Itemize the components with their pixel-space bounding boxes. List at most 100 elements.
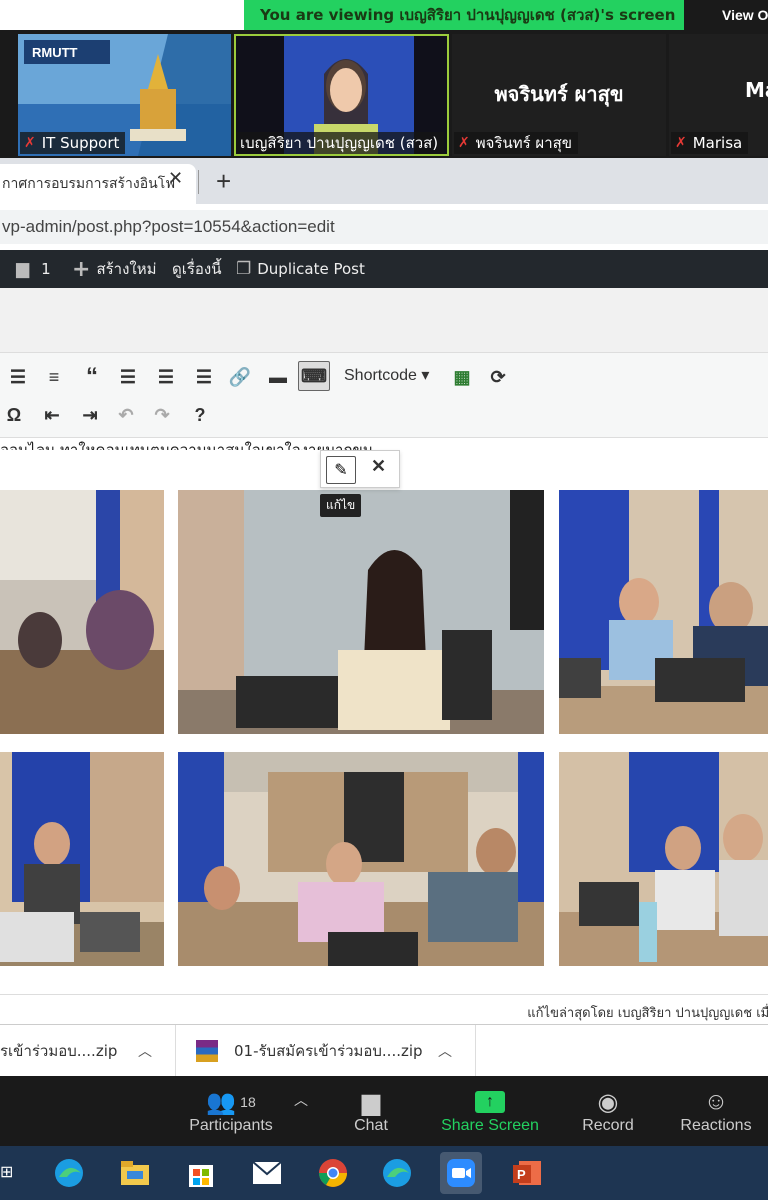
- shortcode-dropdown[interactable]: Shortcode ▾: [344, 365, 429, 385]
- wp-editor-header: [0, 288, 768, 352]
- participant-label: ✗ IT Support: [20, 132, 126, 154]
- bullet-list-icon[interactable]: ☰: [4, 363, 32, 391]
- new-tab-icon[interactable]: +: [216, 166, 231, 197]
- comments-link[interactable]: ▆ 1: [16, 250, 51, 288]
- powerpoint-icon[interactable]: P: [506, 1152, 548, 1194]
- participant-display-name: พจรินทร์ ผาสุข: [494, 82, 624, 106]
- gallery-photo-4[interactable]: [0, 752, 164, 966]
- link-icon[interactable]: 🔗: [226, 363, 254, 391]
- reactions-icon: ☺: [703, 1088, 729, 1115]
- browser-tab-strip: กาศการอบรมการสร้างอินโฟ ✕ +: [0, 158, 768, 204]
- gallery-photo-1[interactable]: [0, 490, 164, 734]
- mic-muted-icon: ✗: [24, 135, 36, 151]
- comments-count: 1: [41, 260, 51, 278]
- plus-icon: +: [72, 256, 91, 282]
- participants-chevron-icon[interactable]: ︿: [294, 1090, 308, 1110]
- new-content-link[interactable]: + สร้างใหม่: [72, 250, 157, 288]
- reactions-label: Reactions: [680, 1117, 752, 1134]
- mail-icon[interactable]: [246, 1152, 288, 1194]
- edit-pencil-icon[interactable]: ✎: [326, 456, 356, 484]
- post-body-text: ออนไลน ทาใหคอนเทนตมความนาสนใจเขาใจงายมาก…: [0, 441, 374, 450]
- participant-display-name: Ma: [745, 78, 768, 102]
- participant-tile-speaker[interactable]: เบญสิริยา ปานปุญญเดช (สวส): [234, 34, 449, 156]
- share-screen-icon: ↑: [475, 1087, 505, 1117]
- comment-icon: ▆: [16, 259, 30, 279]
- toolbar-toggle-icon[interactable]: ⌨: [298, 361, 330, 391]
- align-center-icon[interactable]: ☰: [152, 363, 180, 391]
- participant-tile-3[interactable]: พจรินทร์ ผาสุข ✗ พจรินทร์ ผาสุข: [452, 34, 666, 156]
- refresh-icon[interactable]: ⟳: [484, 363, 512, 391]
- participant-name: เบญสิริยา ปานปุญญเดช (สวส): [240, 134, 439, 152]
- participants-label: Participants: [189, 1117, 273, 1134]
- undo-icon[interactable]: ↶: [112, 401, 140, 429]
- gallery-photo-6[interactable]: [559, 752, 768, 966]
- screen-share-banner: You are viewing เบญสิริยา ปานปุญญเดช (สว…: [244, 0, 684, 30]
- record-button[interactable]: ◉ Record: [576, 1076, 640, 1146]
- tab-close-icon[interactable]: ✕: [168, 168, 183, 189]
- participant-name: Marisa: [692, 134, 743, 152]
- tab-title: กาศการอบรมการสร้างอินโฟ: [2, 176, 176, 192]
- chevron-up-icon[interactable]: ︿: [438, 1041, 452, 1061]
- indent-icon[interactable]: ⇥: [76, 401, 104, 429]
- special-character-icon[interactable]: Ω: [0, 401, 28, 429]
- editor-toolbar: ☰ ≡ “ ☰ ☰ ☰ 🔗 ▬ ⌨ Shortcode ▾ ▦ ⟳ Ω ⇤ ⇥ …: [0, 352, 768, 438]
- participants-count: 18: [240, 1094, 256, 1110]
- download-filename: รเข้าร่วมอบ....zip: [0, 1042, 118, 1060]
- numbered-list-icon[interactable]: ≡: [40, 363, 68, 391]
- gallery-photo-2[interactable]: [178, 490, 544, 734]
- tab-divider: [198, 170, 199, 194]
- image-edit-popup: ✎ ✕: [320, 450, 400, 488]
- zoom-top-bar: You are viewing เบญสิริยา ปานปุญญเดช (สว…: [0, 0, 768, 30]
- chrome-icon[interactable]: [312, 1152, 354, 1194]
- record-icon: ◉: [597, 1088, 619, 1116]
- remove-close-icon[interactable]: ✕: [371, 456, 386, 477]
- duplicate-post-link[interactable]: ❐ Duplicate Post: [236, 250, 365, 288]
- edge-alt-icon[interactable]: [376, 1152, 418, 1194]
- gallery-photo-5[interactable]: [178, 752, 544, 966]
- mic-muted-icon: ✗: [675, 135, 687, 151]
- share-screen-label: Share Screen: [441, 1117, 539, 1134]
- windows-taskbar: ⊞ P: [0, 1146, 768, 1200]
- chat-label: Chat: [354, 1117, 388, 1134]
- participant-label: ✗ พจรินทร์ ผาสุข: [454, 132, 579, 154]
- zoom-app-icon[interactable]: [440, 1152, 482, 1194]
- view-post-link[interactable]: ดูเรื่องนี้: [172, 250, 222, 288]
- participant-tile-4[interactable]: Ma ✗ Marisa: [669, 34, 768, 156]
- edge-icon[interactable]: [48, 1152, 90, 1194]
- editor-content[interactable]: ออนไลน ทาใหคอนเทนตมความนาสนใจเขาใจงายมาก…: [0, 438, 768, 994]
- file-explorer-icon[interactable]: [114, 1152, 156, 1194]
- view-options-button[interactable]: View O: [684, 0, 768, 30]
- participant-label: เบญสิริยา ปานปุญญเดช (สวส): [236, 132, 445, 154]
- align-right-icon[interactable]: ☰: [190, 363, 218, 391]
- download-filename: 01-รับสมัครเข้าร่วมอบ....zip: [234, 1042, 423, 1060]
- participant-name: IT Support: [41, 134, 120, 152]
- redo-icon[interactable]: ↷: [148, 401, 176, 429]
- store-icon[interactable]: [180, 1152, 222, 1194]
- duplicate-label: Duplicate Post: [257, 260, 365, 278]
- share-screen-button[interactable]: ↑ Share Screen: [438, 1076, 542, 1146]
- participants-button[interactable]: 👥 18 Participants: [182, 1076, 280, 1146]
- spreadsheet-icon[interactable]: ▦: [448, 363, 476, 391]
- download-item-1[interactable]: รเข้าร่วมอบ....zip ︿: [0, 1025, 176, 1077]
- gallery-photo-3[interactable]: [559, 490, 768, 734]
- reactions-button[interactable]: ☺ Reactions: [674, 1076, 758, 1146]
- url-field[interactable]: vp-admin/post.php?post=10554&action=edit: [0, 210, 768, 244]
- help-icon[interactable]: ?: [186, 401, 214, 429]
- shortcode-label: Shortcode: [344, 367, 417, 384]
- align-left-icon[interactable]: ☰: [114, 363, 142, 391]
- read-more-icon[interactable]: ▬: [264, 363, 292, 391]
- outdent-icon[interactable]: ⇤: [38, 401, 66, 429]
- chat-icon: ▆: [361, 1088, 381, 1116]
- last-edited-footer: แก้ไขล่าสุดโดย เบญสิริยา ปานปุญญเดช เมื่…: [0, 994, 768, 1024]
- new-label: สร้างใหม่: [96, 260, 157, 278]
- chevron-up-icon[interactable]: ︿: [138, 1041, 152, 1061]
- svg-text:RMUTT: RMUTT: [32, 45, 78, 60]
- participant-tile-it-support[interactable]: RMUTT ✗ IT Support: [18, 34, 231, 156]
- download-item-2[interactable]: 01-รับสมัครเข้าร่วมอบ....zip ︿: [176, 1025, 476, 1077]
- svg-text:P: P: [517, 1167, 526, 1182]
- task-view-icon[interactable]: ⊞: [0, 1162, 13, 1182]
- browser-tab[interactable]: กาศการอบรมการสร้างอินโฟ: [0, 164, 196, 204]
- blockquote-icon[interactable]: “: [78, 363, 106, 391]
- mic-muted-icon: ✗: [458, 135, 470, 151]
- chat-button[interactable]: ▆ Chat: [336, 1076, 406, 1146]
